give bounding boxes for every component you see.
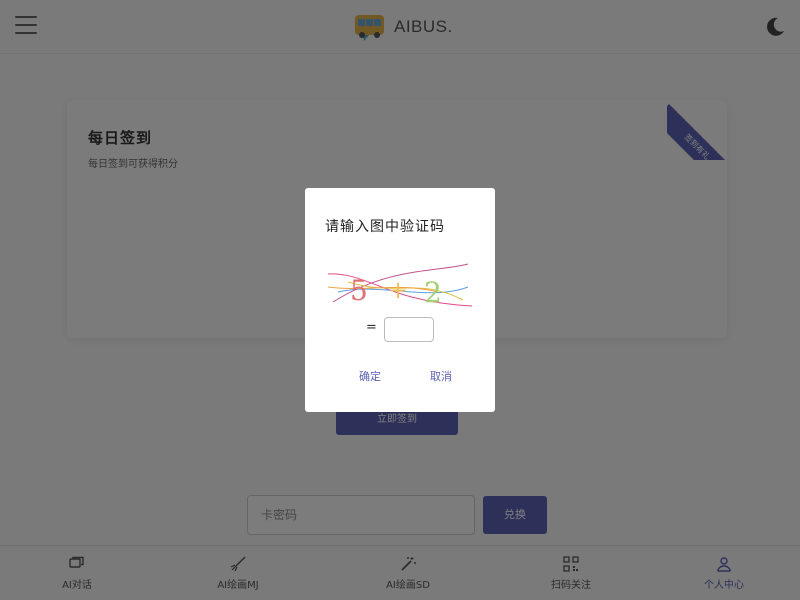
- equals-sign: =: [366, 320, 377, 335]
- captcha-digit-2: 2: [424, 276, 442, 308]
- captcha-answer-input[interactable]: [384, 317, 434, 342]
- captcha-image[interactable]: 5 + 2: [328, 262, 472, 308]
- captcha-digit-1: 5: [350, 274, 368, 307]
- cancel-button[interactable]: 取消: [430, 368, 452, 384]
- confirm-button[interactable]: 确定: [359, 368, 381, 384]
- captcha-dialog: 请输入图中验证码 5 + 2 = 确定 取消: [305, 188, 495, 412]
- dialog-title: 请输入图中验证码: [325, 219, 445, 235]
- captcha-operator: +: [388, 276, 408, 304]
